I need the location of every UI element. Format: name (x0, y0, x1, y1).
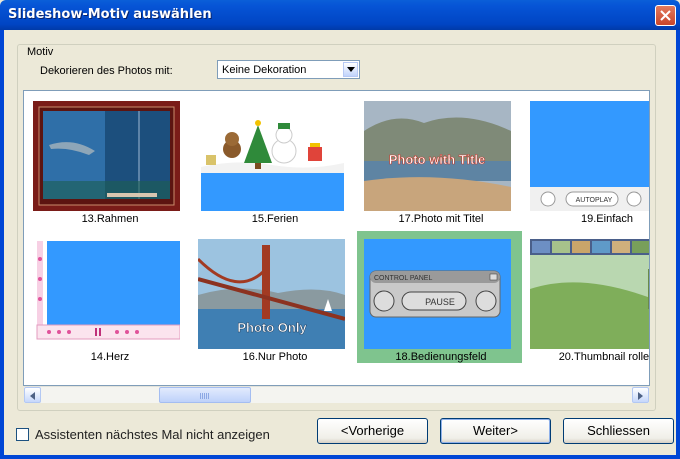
motif-thumb-herz[interactable]: 14.Herz (26, 231, 180, 363)
scrollbar-thumb[interactable] (159, 387, 251, 403)
dropdown-button[interactable] (343, 62, 358, 77)
decoration-select-value: Keine Dekoration (222, 64, 307, 76)
motif-thumb-rahmen[interactable]: 13.Rahmen (26, 93, 180, 225)
photo-title-preview: Photo with Title (364, 101, 511, 211)
motif-thumb-einfach[interactable]: AUTOPLAY 19.Einfach (523, 93, 649, 225)
thumb-label: 18.Bedienungsfeld (395, 351, 487, 363)
previous-button[interactable]: <Vorherige (317, 418, 428, 444)
title-bar[interactable]: Slideshow-Motiv auswählen (0, 0, 680, 30)
photo-only-overlay: Photo Only (237, 320, 307, 335)
motif-thumb-bedienungsfeld[interactable]: CONTROL PANEL PAUSE 18.Bedienungsfeld (357, 231, 522, 363)
rollen-preview (530, 239, 649, 349)
chevron-left-icon (30, 392, 35, 400)
close-button[interactable]: Schliessen (563, 418, 674, 444)
motif-thumb-photo-title[interactable]: Photo with Title 17.Photo mit Titel (357, 93, 511, 225)
thumb-label: 17.Photo mit Titel (398, 213, 484, 225)
bedienungsfeld-preview: CONTROL PANEL PAUSE (364, 239, 511, 349)
autoplay-label: AUTOPLAY (576, 197, 613, 204)
nur-photo-preview: Photo Only (198, 239, 345, 349)
next-button[interactable]: Weiter> (440, 418, 551, 444)
thumb-label: 16.Nur Photo (242, 351, 308, 363)
thumb-label: 15.Ferien (251, 213, 299, 225)
thumb-label: 13.Rahmen (81, 213, 139, 225)
grip-icon (200, 393, 210, 399)
window-title: Slideshow-Motiv auswählen (8, 7, 212, 22)
decoration-select[interactable]: Keine Dekoration (217, 60, 360, 79)
window-border-right (676, 30, 680, 459)
thumb-label: 20.Thumbnail rollen (558, 351, 650, 363)
chevron-right-icon (638, 392, 643, 400)
motif-thumb-rollen[interactable]: 20.Thumbnail rollen (523, 231, 650, 363)
thumb-label: 19.Einfach (581, 213, 633, 225)
thumb-label: 14.Herz (90, 351, 130, 363)
chevron-down-icon (347, 67, 355, 72)
scroll-left-button[interactable] (24, 387, 41, 403)
einfach-preview: AUTOPLAY (530, 101, 649, 211)
ferien-preview (198, 101, 345, 211)
scroll-right-button[interactable] (632, 387, 649, 403)
motif-thumb-ferien[interactable]: 15.Ferien (191, 93, 345, 225)
motif-thumb-nur-photo[interactable]: Photo Only 16.Nur Photo (191, 231, 345, 363)
window-border-left (0, 30, 4, 459)
dont-show-checkbox[interactable] (16, 428, 29, 441)
group-legend: Motiv (24, 46, 57, 58)
horizontal-scrollbar[interactable] (24, 386, 649, 403)
photo-title-overlay: Photo with Title (389, 152, 486, 167)
close-window-button[interactable] (655, 5, 676, 26)
close-icon (660, 10, 671, 21)
window-border-bottom (0, 455, 680, 459)
rahmen-preview (33, 101, 180, 211)
dont-show-checkbox-label[interactable]: Assistenten nächstes Mal nicht anzeigen (35, 427, 270, 442)
motif-gallery[interactable]: 13.Rahmen 15.Ferien Photo with Title 17.… (23, 90, 650, 386)
pause-button-label: PAUSE (425, 297, 455, 307)
herz-preview (33, 239, 180, 349)
control-panel-title: CONTROL PANEL (374, 275, 432, 282)
decoration-label: Dekorieren des Photos mit: (40, 65, 173, 77)
